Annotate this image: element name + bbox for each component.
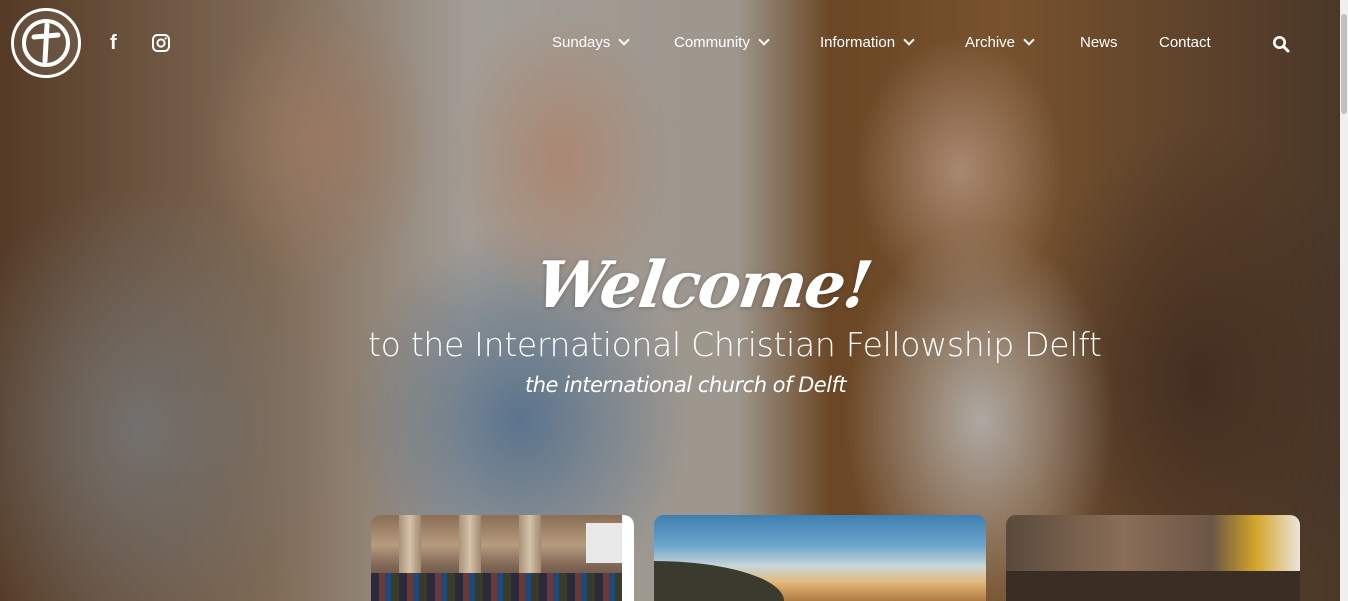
study-table bbox=[1006, 571, 1300, 601]
congregation bbox=[371, 573, 634, 601]
nav-label: Archive bbox=[965, 34, 1016, 51]
nav-information[interactable]: Information bbox=[820, 34, 915, 51]
feature-card-church[interactable] bbox=[371, 515, 634, 601]
hill bbox=[654, 561, 784, 601]
chevron-down-icon bbox=[1023, 34, 1035, 46]
hero-tagline: the international church of Delft bbox=[525, 373, 847, 397]
chevron-down-icon bbox=[903, 34, 915, 46]
instagram-icon[interactable] bbox=[152, 34, 170, 52]
nav-label: Contact bbox=[1159, 34, 1211, 51]
nav-label: Community bbox=[674, 34, 750, 51]
hero-subtitle: to the International Christian Fellowshi… bbox=[368, 325, 1102, 364]
scrollbar-thumb[interactable] bbox=[1341, 14, 1347, 114]
projection-screen bbox=[586, 523, 626, 563]
nav-sundays[interactable]: Sundays bbox=[552, 34, 631, 51]
nav-label: Sundays bbox=[552, 34, 611, 51]
chevron-down-icon bbox=[618, 34, 631, 46]
nav-community[interactable]: Community bbox=[674, 34, 770, 51]
feature-card-landscape[interactable] bbox=[654, 515, 986, 601]
hero-title: Welcome! bbox=[530, 247, 876, 323]
card-edge bbox=[622, 515, 634, 601]
nav-label: News bbox=[1080, 34, 1118, 51]
feature-card-study[interactable] bbox=[1006, 515, 1300, 601]
nav-news[interactable]: News bbox=[1080, 34, 1118, 51]
facebook-icon[interactable]: f bbox=[110, 32, 117, 55]
site-logo[interactable] bbox=[11, 8, 81, 78]
scrollbar[interactable] bbox=[1340, 0, 1348, 601]
cross-logo-icon bbox=[22, 19, 70, 67]
nav-label: Information bbox=[820, 34, 896, 51]
search-icon[interactable] bbox=[1272, 35, 1290, 53]
chevron-down-icon bbox=[758, 34, 770, 46]
nav-contact[interactable]: Contact bbox=[1159, 34, 1211, 51]
nav-archive[interactable]: Archive bbox=[965, 34, 1035, 51]
